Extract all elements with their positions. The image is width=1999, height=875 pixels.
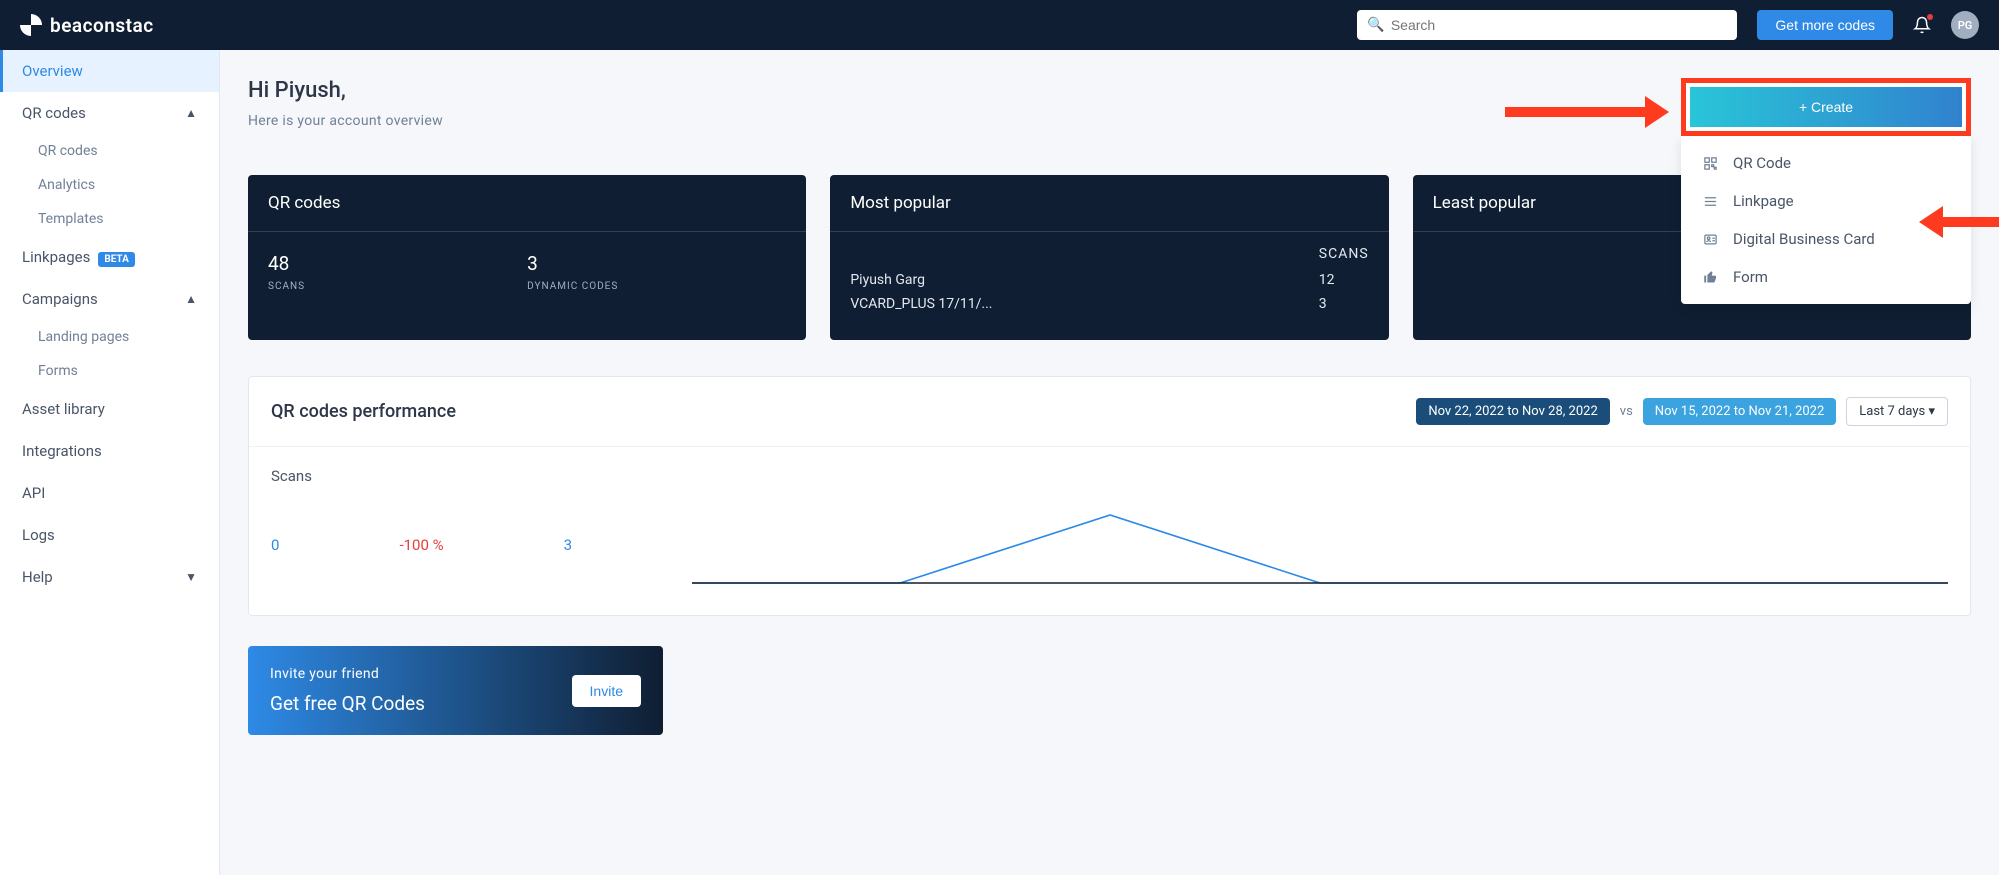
date-range-compare[interactable]: Nov 15, 2022 to Nov 21, 2022 xyxy=(1643,398,1836,425)
sidebar-label: Help xyxy=(22,568,53,586)
sidebar-sub-landing-pages[interactable]: Landing pages xyxy=(0,320,219,354)
sidebar: Overview QR codes ▲ QR codes Analytics Te… xyxy=(0,50,220,875)
sidebar-label: Integrations xyxy=(22,442,102,460)
invite-banner: Invite your friend Get free QR Codes Inv… xyxy=(248,646,663,735)
brand-logo[interactable]: beaconstac xyxy=(20,14,154,37)
create-option-form[interactable]: Form xyxy=(1681,258,1971,296)
scans-previous: 3 xyxy=(564,536,572,554)
dd-label: Linkpage xyxy=(1733,192,1794,210)
scans-label: Scans xyxy=(271,467,1948,485)
sidebar-item-campaigns[interactable]: Campaigns ▲ xyxy=(0,278,219,320)
sidebar-item-integrations[interactable]: Integrations xyxy=(0,430,219,472)
scans-current: 0 xyxy=(271,536,279,554)
invite-line2: Get free QR Codes xyxy=(270,692,425,715)
invite-line1: Invite your friend xyxy=(270,666,425,682)
sidebar-item-help[interactable]: Help ▼ xyxy=(0,556,219,598)
card-most-popular: Most popular Piyush Garg VCARD_PLUS 17/1… xyxy=(830,175,1388,340)
sidebar-label: Linkpages xyxy=(22,248,90,266)
search-box[interactable]: 🔍 xyxy=(1357,10,1737,40)
vs-label: vs xyxy=(1620,404,1633,419)
sidebar-label: Campaigns xyxy=(22,290,98,308)
sidebar-label: API xyxy=(22,484,45,502)
search-icon: 🔍 xyxy=(1367,17,1384,33)
app-header: beaconstac 🔍 Get more codes PG xyxy=(0,0,1999,50)
sidebar-item-linkpages[interactable]: Linkpages BETA xyxy=(0,236,219,278)
stat-scans-label: SCANS xyxy=(268,281,527,292)
sidebar-label: Logs xyxy=(22,526,55,544)
sidebar-sub-forms[interactable]: Forms xyxy=(0,354,219,388)
sidebar-label: QR codes xyxy=(22,104,86,122)
create-menu: + Create QR Code Linkpage Digital Busine… xyxy=(1681,78,1971,304)
popular-item-scans: 3 xyxy=(1319,296,1369,312)
sidebar-sub-analytics[interactable]: Analytics xyxy=(0,168,219,202)
scans-chart xyxy=(692,505,1948,585)
annotation-highlight: + Create xyxy=(1681,78,1971,136)
sidebar-label: Overview xyxy=(22,62,83,80)
date-range-current[interactable]: Nov 22, 2022 to Nov 28, 2022 xyxy=(1416,398,1609,425)
sidebar-item-overview[interactable]: Overview xyxy=(0,50,219,92)
annotation-arrow-dbc xyxy=(1919,206,1999,238)
user-avatar[interactable]: PG xyxy=(1951,11,1979,39)
sidebar-item-asset-library[interactable]: Asset library xyxy=(0,388,219,430)
chevron-up-icon: ▲ xyxy=(185,106,197,120)
scans-change: -100 % xyxy=(399,536,443,554)
search-input[interactable] xyxy=(1391,17,1728,33)
popular-item-name: Piyush Garg xyxy=(850,272,1318,288)
stat-scans-value: 48 xyxy=(268,252,527,275)
sidebar-label: Asset library xyxy=(22,400,105,418)
sidebar-sub-qr-codes[interactable]: QR codes xyxy=(0,134,219,168)
annotation-arrow-create xyxy=(1505,96,1669,128)
popular-item-name: VCARD_PLUS 17/11/... xyxy=(850,296,1318,312)
qr-code-icon xyxy=(1703,156,1719,171)
id-card-icon xyxy=(1703,232,1719,247)
sidebar-sub-templates[interactable]: Templates xyxy=(0,202,219,236)
date-range-selector[interactable]: Last 7 days ▾ xyxy=(1846,397,1948,426)
card-title: Most popular xyxy=(830,175,1388,232)
performance-title: QR codes performance xyxy=(271,401,456,422)
brand-name: beaconstac xyxy=(50,14,154,37)
card-qr-codes: QR codes 48 SCANS 3 DYNAMIC CODES xyxy=(248,175,806,340)
sidebar-item-logs[interactable]: Logs xyxy=(0,514,219,556)
popular-item-scans: 12 xyxy=(1319,272,1369,288)
create-button[interactable]: + Create xyxy=(1690,87,1962,127)
thumbs-up-icon xyxy=(1703,270,1719,285)
dd-label: QR Code xyxy=(1733,154,1791,172)
beta-badge: BETA xyxy=(98,252,135,267)
performance-panel: QR codes performance Nov 22, 2022 to Nov… xyxy=(248,376,1971,616)
get-more-codes-button[interactable]: Get more codes xyxy=(1757,10,1893,40)
dd-label: Form xyxy=(1733,268,1768,286)
sidebar-item-api[interactable]: API xyxy=(0,472,219,514)
list-icon xyxy=(1703,194,1719,209)
create-option-qr-code[interactable]: QR Code xyxy=(1681,144,1971,182)
main-content: Hi Piyush, Here is your account overview… xyxy=(220,50,1999,875)
chevron-down-icon: ▼ xyxy=(185,570,197,584)
chevron-down-icon: ▾ xyxy=(1928,404,1935,419)
chevron-up-icon: ▲ xyxy=(185,292,197,306)
card-title: QR codes xyxy=(248,175,806,232)
brand-icon xyxy=(20,14,42,36)
stat-dynamic-value: 3 xyxy=(527,252,786,275)
notifications-icon[interactable] xyxy=(1913,16,1931,34)
stat-dynamic-label: DYNAMIC CODES xyxy=(527,281,786,292)
dd-label: Digital Business Card xyxy=(1733,230,1875,248)
sidebar-item-qr-codes[interactable]: QR codes ▲ xyxy=(0,92,219,134)
scans-column-label: SCANS xyxy=(1319,246,1369,262)
invite-button[interactable]: Invite xyxy=(572,675,641,707)
